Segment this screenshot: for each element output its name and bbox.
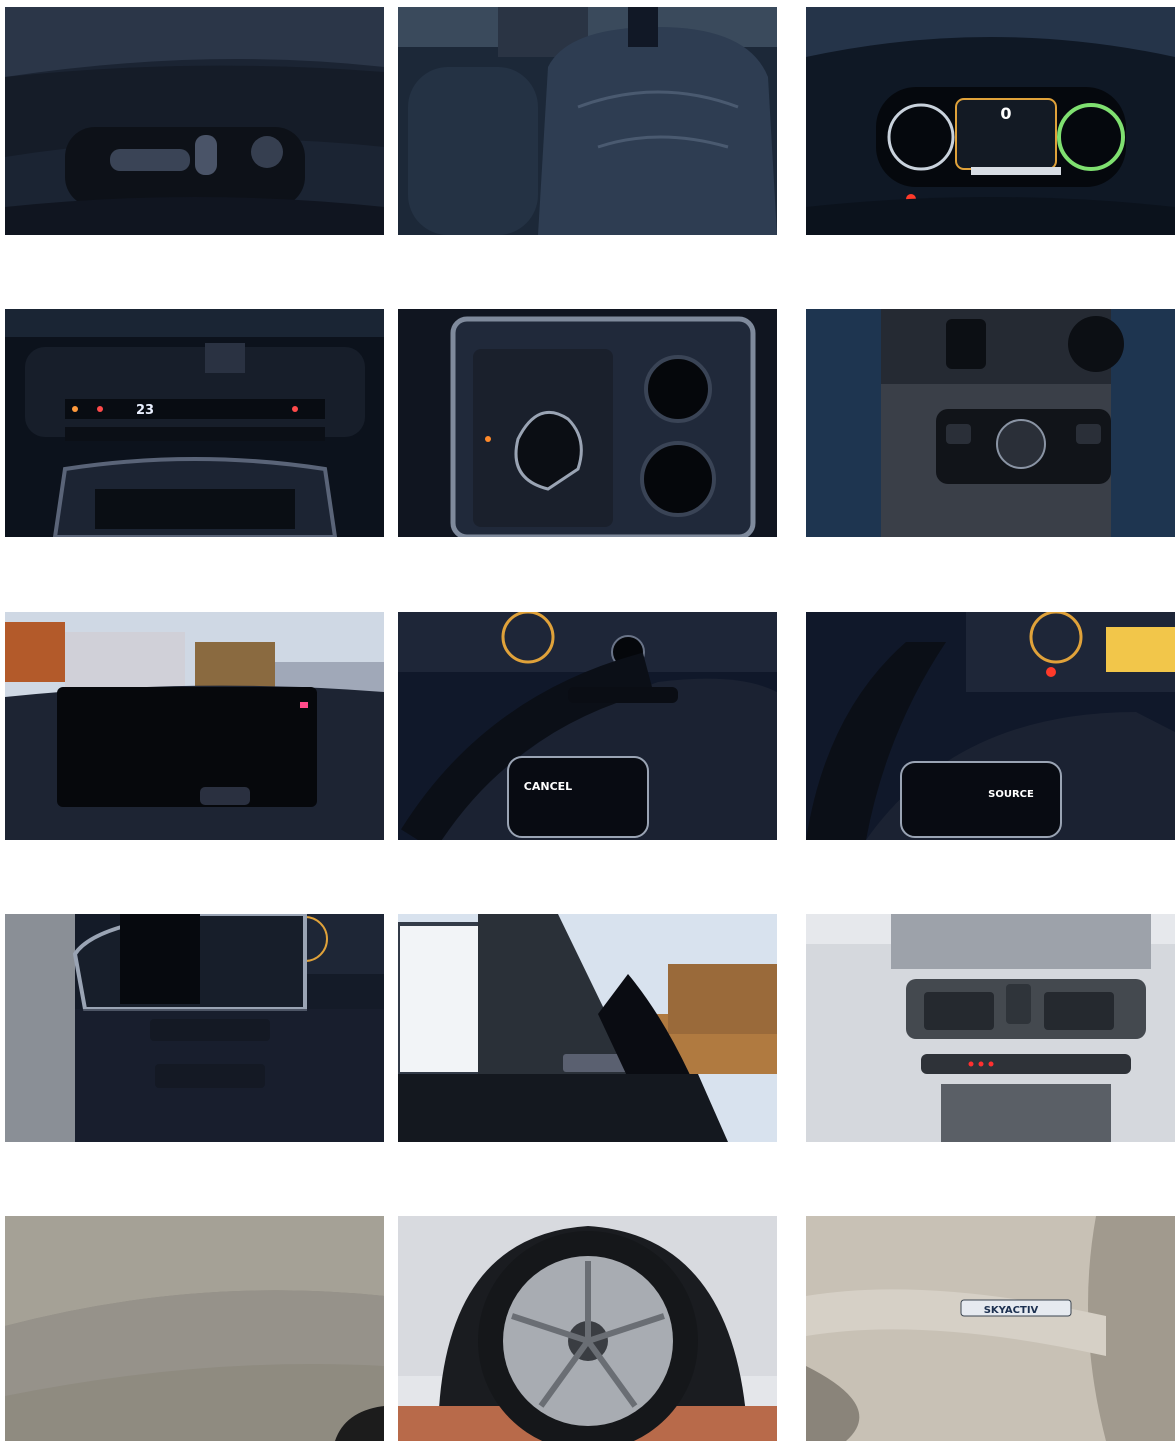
switch-panel-image: [5, 914, 384, 1142]
speed-readout: 0: [1000, 104, 1011, 123]
commander-knob-image: [806, 309, 1175, 537]
steering-left-image: CANCEL: [398, 612, 777, 840]
photo-overhead-console[interactable]: [806, 914, 1175, 1142]
photo-a-pillar-speaker[interactable]: [398, 914, 777, 1142]
headliner-image: [5, 1216, 384, 1441]
photo-leather-front-seats[interactable]: [398, 7, 777, 235]
photo-climate-control-panel[interactable]: 23: [5, 309, 384, 537]
photo-digital-instrument-cluster[interactable]: 0: [806, 7, 1175, 235]
seats-image: [398, 7, 777, 235]
photo-commander-control-knob[interactable]: [806, 309, 1175, 537]
photo-gear-selector-and-cupholders[interactable]: [398, 309, 777, 537]
photo-seat-adjustment-controls[interactable]: [5, 7, 384, 235]
photo-steering-wheel-left-controls[interactable]: CANCEL: [398, 612, 777, 840]
cancel-button-label: CANCEL: [524, 780, 572, 793]
source-button-label: SOURCE: [988, 789, 1034, 800]
a-pillar-image: [398, 914, 777, 1142]
photo-gallery: 0 23 CANCEL SOURCE SKYACTIV: [0, 0, 1175, 1441]
overhead-console-image: [806, 914, 1175, 1142]
alloy-wheel-image: [398, 1216, 777, 1441]
photo-steering-wheel-right-controls[interactable]: SOURCE: [806, 612, 1175, 840]
temperature-readout: 23: [136, 403, 154, 418]
steering-right-image: SOURCE: [806, 612, 1175, 840]
photo-driver-side-switch-panel[interactable]: [5, 914, 384, 1142]
photo-infotainment-screen[interactable]: [5, 612, 384, 840]
photo-alloy-wheel[interactable]: [398, 1216, 777, 1441]
instrument-cluster-image: 0: [806, 7, 1175, 235]
seat-controls-image: [5, 7, 384, 235]
gear-selector-image: [398, 309, 777, 537]
photo-headliner[interactable]: [5, 1216, 384, 1441]
climate-panel-image: 23: [5, 309, 384, 537]
skyactiv-badge-text: SKYACTIV: [984, 1305, 1039, 1316]
infotainment-image: [5, 612, 384, 840]
skyactiv-badge-image: SKYACTIV: [806, 1216, 1175, 1441]
photo-skyactiv-badge[interactable]: SKYACTIV: [806, 1216, 1175, 1441]
